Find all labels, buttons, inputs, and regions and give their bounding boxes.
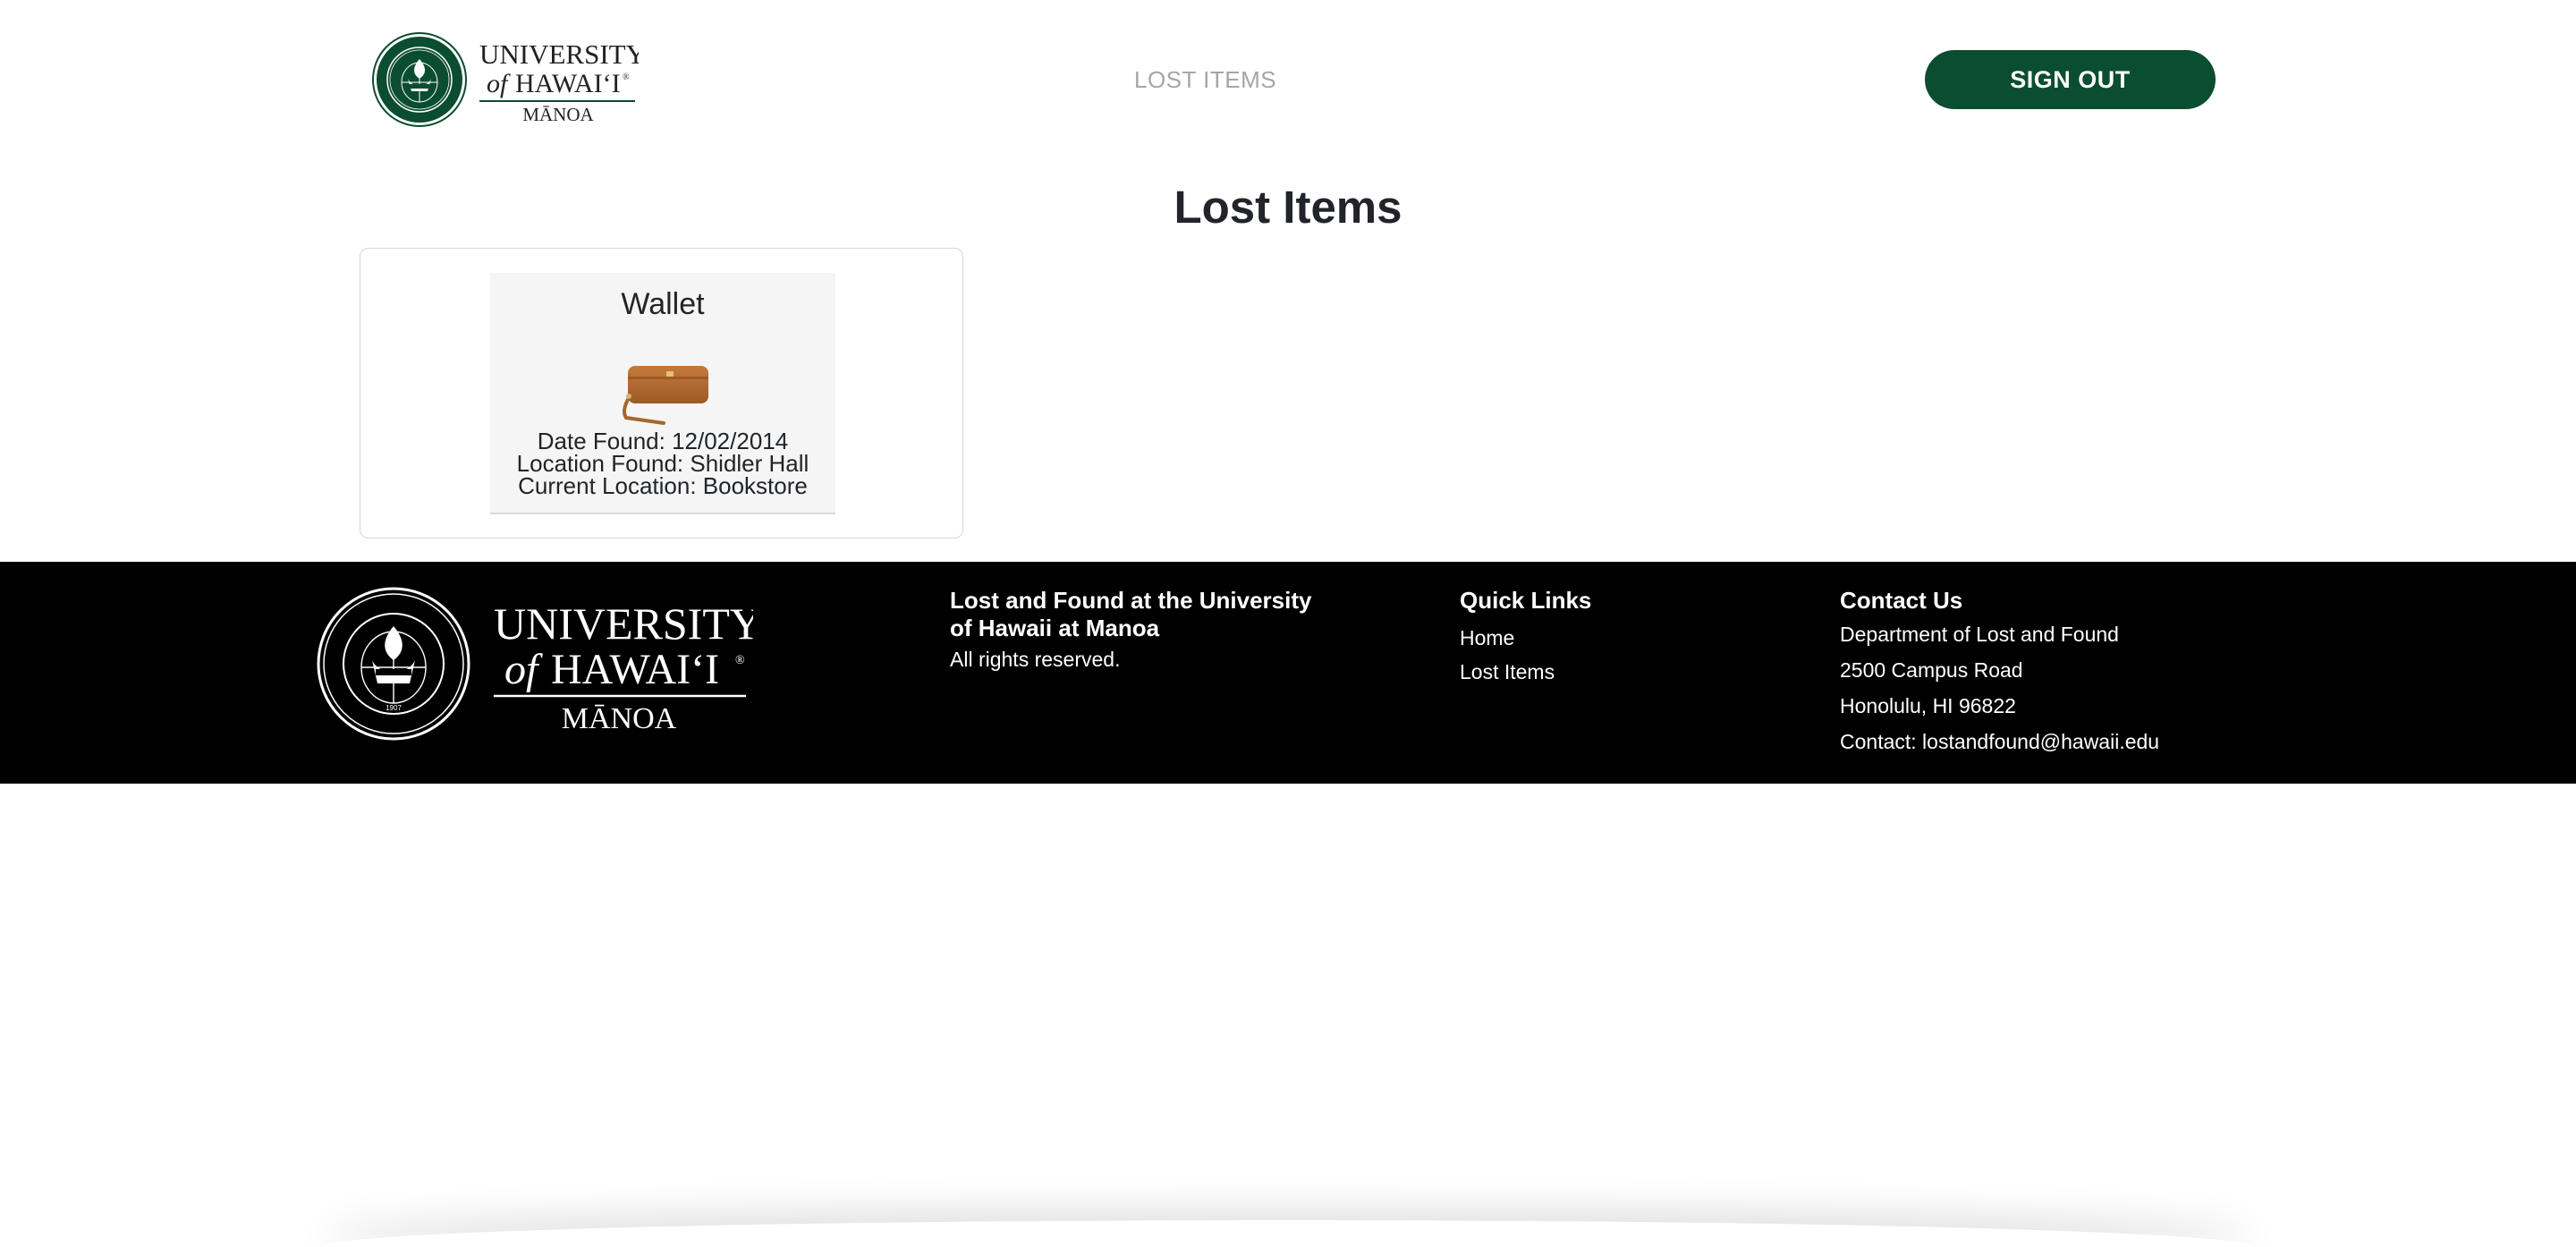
svg-text:MĀNOA: MĀNOA [522,104,594,124]
sign-out-button[interactable]: SIGN OUT [1925,50,2216,109]
footer-rights: All rights reserved. [950,648,1121,671]
svg-text:UNIVERSITY: UNIVERSITY [479,38,639,70]
contact-title: Contact Us [1840,587,1963,614]
contact-department: Department of Lost and Found [1840,623,2119,646]
svg-text:of: of [487,69,511,98]
uh-wordmark-green: UNIVERSITY of HAWAI‘I ® MĀNOA [479,38,639,124]
lost-item-card: Wallet Date Found: 12/02/2014 Location F… [360,248,963,539]
item-details: Date Found: 12/02/2014 Location Found: S… [490,429,835,499]
page-title: Lost Items [1174,182,1402,233]
footer-link-home[interactable]: Home [1460,626,1514,650]
footer-logo: 1907 UNIVERSITY of HAWAI‘I ® MĀNOA [317,583,755,744]
svg-text:®: ® [623,72,630,82]
wallet-icon [622,366,708,425]
uh-wordmark-white: UNIVERSITY of HAWAI‘I ® MĀNOA [494,598,753,735]
footer: 1907 UNIVERSITY of HAWAI‘I ® MĀNOA Lost … [0,562,2576,784]
svg-text:UNIVERSITY: UNIVERSITY [494,598,753,649]
svg-text:MĀNOA: MĀNOA [562,702,677,735]
brand-logo-link[interactable]: UNIVERSITY of HAWAI‘I ® MĀNOA [372,32,640,127]
uh-seal-green-icon [372,32,467,127]
lost-item-card-body[interactable]: Wallet Date Found: 12/02/2014 Location F… [490,273,835,514]
svg-text:of: of [504,646,543,693]
current-location: Current Location: Bookstore [518,472,808,499]
uh-seal-white-icon: 1907 [317,587,470,741]
svg-text:1907: 1907 [386,704,402,712]
contact-email: Contact: lostandfound@hawaii.edu [1840,730,2160,753]
footer-link-lost-items[interactable]: Lost Items [1460,660,1555,684]
page-bottom-shadow [322,1220,2254,1247]
quick-links-title: Quick Links [1460,587,1592,614]
svg-text:HAWAI‘I: HAWAI‘I [551,646,719,693]
navbar: UNIVERSITY of HAWAI‘I ® MĀNOA LOST ITEMS… [0,0,2576,161]
nav-lost-items[interactable]: LOST ITEMS [1134,66,1276,94]
contact-city: Honolulu, HI 96822 [1840,694,2016,717]
svg-text:®: ® [735,654,745,667]
item-name: Wallet [621,287,705,321]
svg-text:HAWAI‘I: HAWAI‘I [515,69,621,98]
contact-street: 2500 Campus Road [1840,658,2023,682]
footer-about-title: Lost and Found at the University of Hawa… [950,587,1312,641]
